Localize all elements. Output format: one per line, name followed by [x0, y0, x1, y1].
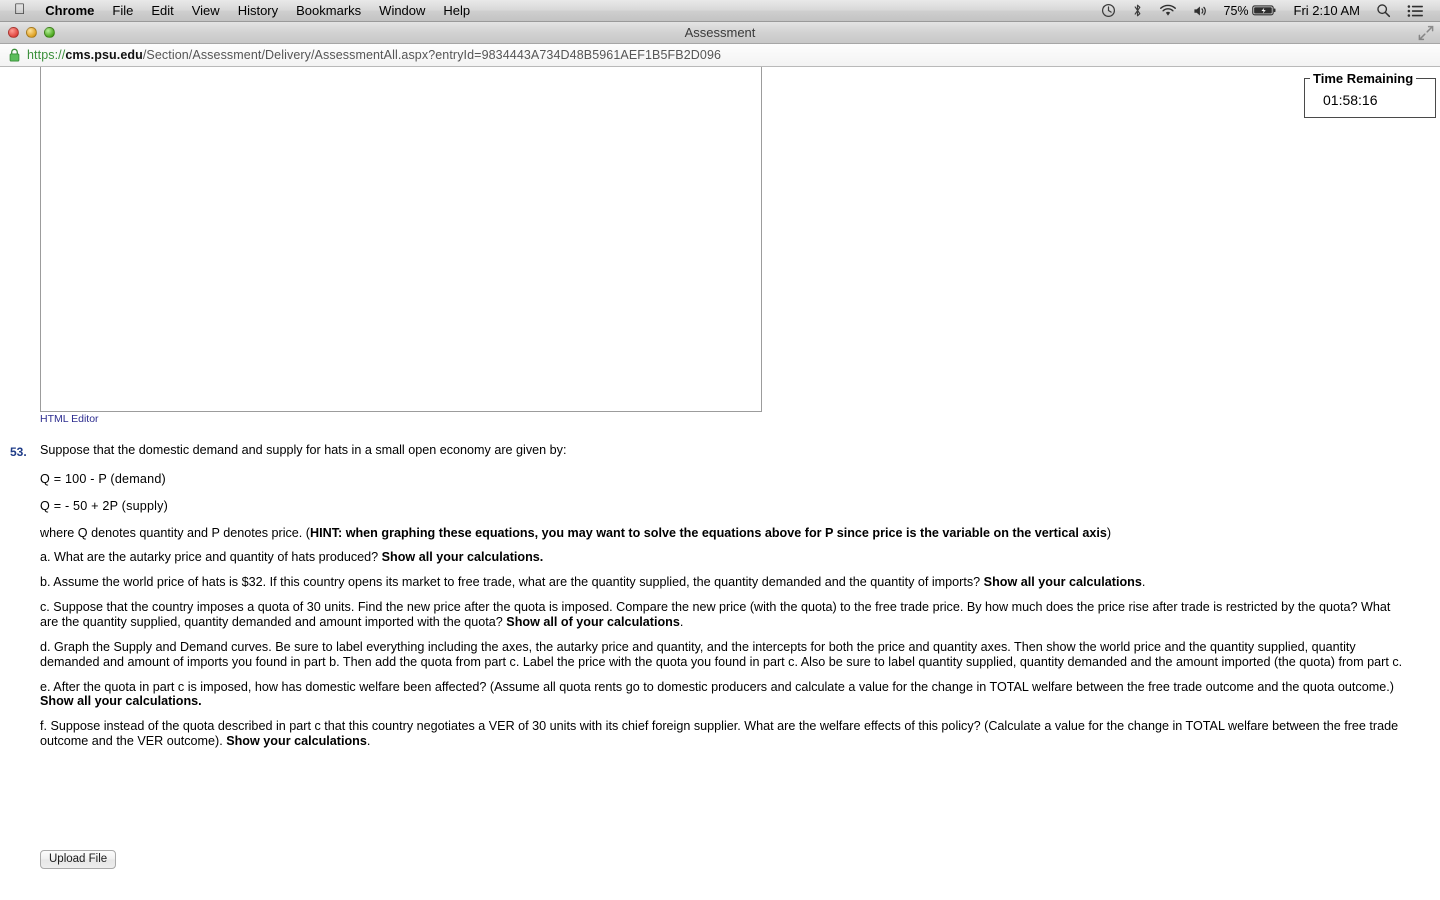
- wifi-icon[interactable]: [1151, 0, 1185, 21]
- part-b-bold: Show all your calculations: [983, 575, 1142, 590]
- part-e-text: e. After the quota in part c is imposed,…: [40, 679, 1394, 694]
- url-scheme: https://: [27, 48, 66, 62]
- notification-center-icon[interactable]: [1399, 0, 1432, 21]
- upload-file-row: Upload File: [40, 849, 117, 869]
- part-b-text: b. Assume the world price of hats is $32…: [40, 575, 984, 590]
- part-c-tail: .: [679, 615, 684, 630]
- browser-url-bar[interactable]: https://cms.psu.edu/Section/Assessment/D…: [0, 44, 1440, 67]
- battery-status-group[interactable]: 75%: [1216, 0, 1286, 21]
- url-path: /Section/Assessment/Delivery/AssessmentA…: [142, 48, 722, 62]
- chrome-browser-window: Assessment https://cms.psu.edu/Section/A…: [0, 22, 1440, 900]
- part-c-text: c. Suppose that the country imposes a qu…: [40, 600, 1391, 630]
- time-remaining-value: 01:58:16: [1323, 92, 1378, 108]
- menu-item-file[interactable]: File: [103, 0, 142, 21]
- question-where-hint: where Q denotes quantity and P denotes p…: [40, 526, 1410, 541]
- secure-lock-icon: [9, 48, 20, 62]
- volume-icon[interactable]: [1185, 0, 1216, 21]
- zoom-button[interactable]: [44, 27, 55, 38]
- browser-title-bar: Assessment: [0, 22, 1440, 44]
- menu-item-history[interactable]: History: [229, 0, 287, 21]
- apple-logo-icon[interactable]: : [0, 2, 36, 17]
- part-a-text: a. What are the autarky price and quanti…: [40, 550, 382, 565]
- menu-item-view[interactable]: View: [183, 0, 229, 21]
- macos-menu-bar:  Chrome File Edit View History Bookmark…: [0, 0, 1440, 22]
- fullscreen-expand-icon[interactable]: [1418, 25, 1434, 41]
- menu-item-bookmarks[interactable]: Bookmarks: [287, 0, 370, 21]
- close-button[interactable]: [8, 27, 19, 38]
- battery-charging-icon: [1251, 5, 1276, 16]
- menu-item-window[interactable]: Window: [370, 0, 434, 21]
- answer-textarea[interactable]: [40, 67, 762, 412]
- question-intro: Suppose that the domestic demand and sup…: [40, 443, 567, 457]
- hint-bold: HINT: when graphing these equations, you…: [310, 525, 1107, 540]
- part-e-bold: Show all your calculations.: [40, 694, 202, 709]
- bluetooth-icon[interactable]: [1124, 0, 1151, 21]
- question-number: 53.: [10, 445, 27, 459]
- upload-file-button[interactable]: Upload File: [40, 850, 117, 869]
- question-part-f: f. Suppose instead of the quota describe…: [40, 719, 1410, 749]
- equation-supply: Q = - 50 + 2P (supply): [40, 498, 169, 513]
- menu-bar-left-group:  Chrome File Edit View History Bookmark…: [0, 0, 479, 21]
- menu-item-edit[interactable]: Edit: [142, 0, 182, 21]
- part-f-tail: .: [366, 734, 371, 749]
- menu-bar-status-group: 75% Fri 2:10 AM: [1093, 0, 1440, 21]
- time-machine-icon[interactable]: [1093, 0, 1124, 21]
- time-remaining-label: Time Remaining: [1313, 71, 1414, 86]
- window-traffic-lights: [0, 27, 55, 38]
- menu-bar-clock[interactable]: Fri 2:10 AM: [1286, 3, 1368, 18]
- question-part-c: c. Suppose that the country imposes a qu…: [40, 600, 1410, 630]
- assessment-page-content: Time Remaining 01:58:16 HTML Editor 53. …: [0, 67, 1440, 899]
- spotlight-search-icon[interactable]: [1368, 0, 1399, 21]
- time-remaining-panel: Time Remaining 01:58:16: [1304, 71, 1436, 118]
- question-part-e: e. After the quota in part c is imposed,…: [40, 680, 1410, 710]
- part-c-bold: Show all of your calculations: [506, 615, 680, 630]
- where-suffix: ): [1106, 525, 1112, 540]
- question-part-a: a. What are the autarky price and quanti…: [40, 550, 1410, 565]
- part-b-tail: .: [1141, 575, 1146, 590]
- question-part-b: b. Assume the world price of hats is $32…: [40, 575, 1410, 590]
- minimize-button[interactable]: [26, 27, 37, 38]
- part-f-bold: Show your calculations: [226, 734, 367, 749]
- question-part-d: d. Graph the Supply and Demand curves. B…: [40, 639, 1403, 669]
- menu-item-chrome[interactable]: Chrome: [36, 0, 103, 21]
- battery-percent-label: 75%: [1223, 3, 1249, 18]
- html-editor-link[interactable]: HTML Editor: [40, 413, 99, 425]
- question-53-block: 53. Suppose that the domestic demand and…: [0, 443, 1440, 869]
- url-host: cms.psu.edu: [65, 48, 143, 62]
- equation-demand: Q = 100 - P (demand): [40, 471, 166, 486]
- where-prefix: where Q denotes quantity and P denotes p…: [40, 525, 311, 540]
- menu-item-help[interactable]: Help: [434, 0, 479, 21]
- part-a-bold: Show all your calculations.: [381, 550, 544, 565]
- window-title: Assessment: [684, 25, 756, 40]
- url-text[interactable]: https://cms.psu.edu/Section/Assessment/D…: [27, 48, 721, 62]
- question-body: Suppose that the domestic demand and sup…: [40, 443, 1410, 749]
